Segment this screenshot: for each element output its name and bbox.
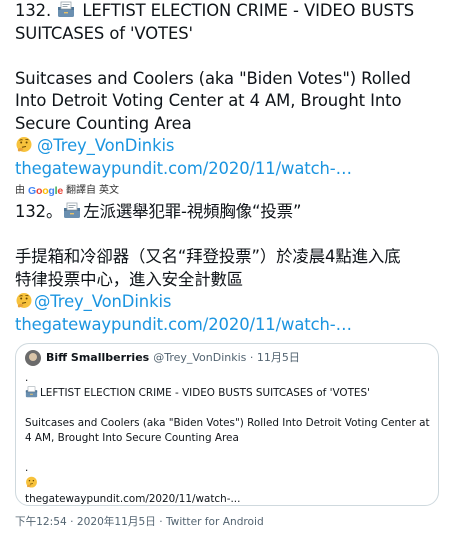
separator: ·: [159, 516, 163, 528]
tweet-source[interactable]: Twitter for Android: [166, 516, 264, 528]
tweet: 132. LEFTIST ELECTION CRIME - VIDEO BUST…: [15, 0, 445, 336]
quoted-title-line: LEFTIST ELECTION CRIME - VIDEO BUSTS SUI…: [25, 386, 430, 401]
translated-body-line: 手提箱和冷卻器（又名“拜登投票”）於凌晨4點進入底: [15, 247, 401, 266]
tweet-title: LEFTIST ELECTION CRIME - VIDEO BUSTS: [82, 1, 415, 20]
mention-line: @Trey_VonDinkis: [15, 135, 445, 158]
mention-link[interactable]: @Trey_VonDinkis: [37, 136, 174, 155]
quoted-body-line: 4 AM, Brought Into Secure Counting Area: [25, 432, 239, 444]
tweet-date[interactable]: 2020年11月5日: [77, 516, 156, 528]
quoted-date[interactable]: 11月5日: [257, 351, 300, 364]
quoted-url: thegatewaypundit.com/2020/11/watch-...: [25, 493, 241, 505]
tweet-time[interactable]: 下午12:54: [15, 516, 67, 528]
tweet-text-original: 132. LEFTIST ELECTION CRIME - VIDEO BUST…: [15, 0, 445, 180]
translated-line-1: 132。 左派選舉犯罪-視頻胸像“投票”: [15, 201, 445, 224]
translated-mention-line: @Trey_VonDinkis: [15, 291, 445, 314]
quoted-author-meta: @Trey_VonDinkis · 11月5日: [153, 350, 300, 366]
ballot-box-icon: [58, 1, 75, 17]
tweet-title-cont: SUITCASES of 'VOTES': [15, 23, 193, 43]
quoted-author-name[interactable]: Biff Smallberries: [46, 350, 149, 366]
quoted-dot: .: [25, 462, 29, 474]
separator: ·: [249, 351, 254, 364]
translated-title: 左派選舉犯罪-視頻胸像“投票”: [83, 202, 302, 221]
google-logo: Google: [28, 185, 63, 197]
source-language: 英文: [98, 185, 119, 196]
ballot-box-icon: [25, 386, 38, 398]
ballot-box-icon: [64, 202, 81, 218]
thinking-face-icon: [16, 293, 32, 308]
translated-body-line: 特律投票中心，進入安全計數區: [15, 269, 244, 289]
tweet-line-1: 132. LEFTIST ELECTION CRIME - VIDEO BUST…: [15, 0, 445, 23]
separator: ·: [70, 516, 74, 528]
url-line: thegatewaypundit.com/2020/11/watch-…: [15, 158, 445, 181]
tweet-number: 132.: [15, 1, 52, 20]
tweet-body-line: Into Detroit Voting Center at 4 AM, Brou…: [15, 91, 402, 110]
quoted-tweet-card[interactable]: Biff Smallberries @Trey_VonDinkis · 11月5…: [15, 343, 439, 506]
quoted-emoji-line: [25, 476, 430, 492]
translated-mention-link[interactable]: @Trey_VonDinkis: [34, 292, 171, 311]
translated-url-line: thegatewaypundit.com/2020/11/watch-…: [15, 314, 445, 337]
tweet-body-line: Secure Counting Area: [15, 113, 192, 133]
avatar[interactable]: [25, 350, 41, 366]
quoted-tweet-body: . LEFTIST ELECTION CRIME - VIDEO BUSTS S…: [25, 371, 430, 505]
quoted-title: LEFTIST ELECTION CRIME - VIDEO BUSTS SUI…: [40, 387, 370, 399]
translation-by-label: 由: [15, 185, 25, 196]
quoted-author-handle[interactable]: @Trey_VonDinkis: [153, 351, 246, 364]
quoted-body-line: Suitcases and Coolers (aka "Biden Votes"…: [25, 417, 430, 429]
quoted-tweet-header: Biff Smallberries @Trey_VonDinkis · 11月5…: [25, 350, 300, 366]
thinking-face-icon: [16, 137, 32, 152]
tweet-footer: 下午12:54 · 2020年11月5日 · Twitter for Andro…: [15, 515, 264, 529]
translated-article-link[interactable]: thegatewaypundit.com/2020/11/watch-…: [15, 315, 352, 334]
translated-from-label: 翻譯自: [65, 185, 96, 196]
translated-number: 132。: [15, 202, 63, 221]
tweet-body-line: Suitcases and Coolers (aka "Biden Votes"…: [15, 68, 411, 88]
thinking-face-icon: [26, 476, 37, 488]
tweet-text-translated: 132。 左派選舉犯罪-視頻胸像“投票” 手提箱和冷卻器（又名“拜登投票”）於凌…: [15, 201, 445, 336]
quoted-dot: .: [25, 372, 29, 384]
translation-attribution: 由 Google 翻譯自 英文: [15, 184, 445, 198]
article-link[interactable]: thegatewaypundit.com/2020/11/watch-…: [15, 159, 352, 178]
